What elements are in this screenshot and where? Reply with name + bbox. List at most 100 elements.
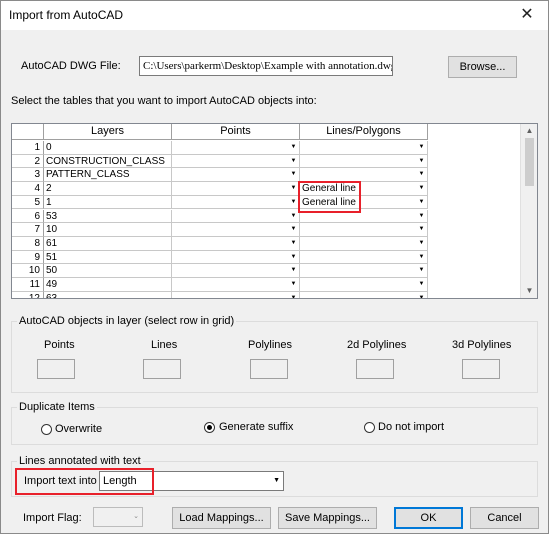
layer-cell[interactable]: 50 bbox=[44, 264, 172, 278]
dropdown-arrow-icon[interactable]: ▼ bbox=[288, 292, 299, 298]
row-number-cell[interactable]: 12 bbox=[12, 291, 44, 299]
scroll-down-icon[interactable]: ▼ bbox=[521, 284, 537, 298]
column-header-lines-polygons[interactable]: Lines/Polygons bbox=[300, 124, 428, 140]
layer-cell[interactable]: 49 bbox=[44, 278, 172, 292]
row-number-cell[interactable]: 6 bbox=[12, 209, 44, 224]
load-mappings-button[interactable]: Load Mappings... bbox=[172, 507, 271, 529]
row-number-cell[interactable]: 9 bbox=[12, 250, 44, 265]
layer-cell[interactable]: PATTERN_CLASS bbox=[44, 168, 172, 183]
row-number-cell[interactable]: 11 bbox=[12, 278, 44, 292]
dropdown-arrow-icon[interactable]: ▼ bbox=[288, 168, 299, 180]
instructions-text: Select the tables that you want to impor… bbox=[11, 95, 317, 107]
dropdown-arrow-icon[interactable]: ▼ bbox=[288, 141, 299, 153]
row-number-cell[interactable]: 1 bbox=[12, 141, 44, 155]
lines-polygons-cell[interactable]: ▼ bbox=[300, 264, 428, 278]
row-number-cell-text: 1 bbox=[34, 142, 40, 153]
lines-polygons-cell[interactable]: ▼ bbox=[300, 141, 428, 155]
points-cell[interactable]: ▼ bbox=[172, 236, 300, 251]
ok-button[interactable]: OK bbox=[394, 507, 463, 529]
do-not-import-radio[interactable] bbox=[364, 422, 375, 433]
row-number-cell[interactable]: 7 bbox=[12, 223, 44, 237]
layer-cell-text: 50 bbox=[46, 265, 58, 277]
dropdown-arrow-icon[interactable]: ▼ bbox=[288, 264, 299, 276]
lines-polygons-cell[interactable]: ▼ bbox=[300, 154, 428, 169]
grid-corner-cell bbox=[12, 124, 44, 140]
dwg-file-path-field[interactable]: C:\Users\parkerm\Desktop\Example with an… bbox=[139, 56, 393, 76]
layer-cell-text: CONSTRUCTION_CLASS bbox=[46, 155, 165, 167]
scroll-up-icon[interactable]: ▲ bbox=[521, 124, 537, 138]
lines-polygons-cell[interactable]: ▼ bbox=[300, 236, 428, 251]
layer-cell[interactable]: 61 bbox=[44, 236, 172, 251]
layer-cell-text: 2 bbox=[46, 183, 52, 195]
dropdown-arrow-icon[interactable]: ▼ bbox=[416, 168, 427, 180]
lines-polygons-cell[interactable]: ▼ bbox=[300, 291, 428, 298]
generate-suffix-radio[interactable] bbox=[204, 422, 215, 433]
dropdown-arrow-icon[interactable]: ▼ bbox=[288, 278, 299, 290]
dropdown-arrow-icon[interactable]: ▼ bbox=[416, 237, 427, 249]
dropdown-arrow-icon[interactable]: ▼ bbox=[416, 141, 427, 153]
layer-cell[interactable]: 0 bbox=[44, 141, 172, 155]
browse-button[interactable]: Browse... bbox=[448, 56, 517, 78]
points-cell[interactable]: ▼ bbox=[172, 182, 300, 196]
dropdown-arrow-icon[interactable]: ▼ bbox=[288, 237, 299, 249]
row-number-cell[interactable]: 8 bbox=[12, 236, 44, 251]
points-cell[interactable]: ▼ bbox=[172, 278, 300, 292]
points-cell[interactable]: ▼ bbox=[172, 264, 300, 278]
scroll-thumb[interactable] bbox=[525, 138, 534, 186]
row-number-cell[interactable]: 2 bbox=[12, 154, 44, 169]
dropdown-arrow-icon[interactable]: ▼ bbox=[416, 182, 427, 194]
layer-cell[interactable]: 51 bbox=[44, 250, 172, 265]
layer-cell[interactable]: 10 bbox=[44, 223, 172, 237]
lines-polygons-cell[interactable]: ▼ bbox=[300, 250, 428, 265]
row-number-cell[interactable]: 5 bbox=[12, 195, 44, 210]
layer-cell-text: 51 bbox=[46, 251, 58, 263]
dropdown-arrow-icon[interactable]: ▼ bbox=[416, 292, 427, 298]
points-cell[interactable]: ▼ bbox=[172, 141, 300, 155]
points-cell[interactable]: ▼ bbox=[172, 195, 300, 210]
column-header-layers[interactable]: Layers bbox=[44, 124, 172, 140]
layer-mapping-grid[interactable]: Layers Points Lines/Polygons 1 0 ▼ ▼ 2 CONSTR… bbox=[11, 123, 538, 299]
dropdown-arrow-icon[interactable]: ▼ bbox=[416, 264, 427, 276]
dropdown-arrow-icon[interactable]: ▼ bbox=[416, 210, 427, 222]
layer-cell[interactable]: CONSTRUCTION_CLASS bbox=[44, 154, 172, 169]
close-icon[interactable]: ✕ bbox=[514, 4, 540, 26]
points-cell[interactable]: ▼ bbox=[172, 291, 300, 298]
dropdown-arrow-icon[interactable]: ▼ bbox=[416, 251, 427, 263]
generate-suffix-label[interactable]: Generate suffix bbox=[219, 421, 293, 433]
layer-cell-text: PATTERN_CLASS bbox=[46, 169, 130, 181]
points-cell[interactable]: ▼ bbox=[172, 168, 300, 183]
layer-cell[interactable]: 1 bbox=[44, 195, 172, 210]
points-cell[interactable]: ▼ bbox=[172, 223, 300, 237]
dropdown-arrow-icon[interactable]: ▼ bbox=[288, 223, 299, 235]
overwrite-label[interactable]: Overwrite bbox=[55, 423, 102, 435]
layer-cell[interactable]: 2 bbox=[44, 182, 172, 196]
lines-polygons-cell[interactable]: ▼ bbox=[300, 223, 428, 237]
dropdown-arrow-icon[interactable]: ▼ bbox=[416, 223, 427, 235]
do-not-import-label[interactable]: Do not import bbox=[378, 421, 444, 433]
cancel-button[interactable]: Cancel bbox=[470, 507, 539, 529]
dropdown-arrow-icon[interactable]: ▼ bbox=[416, 278, 427, 290]
dropdown-arrow-icon[interactable]: ▼ bbox=[416, 155, 427, 167]
column-header-points[interactable]: Points bbox=[172, 124, 300, 140]
layer-cell-text: 61 bbox=[46, 237, 58, 249]
grid-vertical-scrollbar[interactable]: ▲ ▼ bbox=[520, 124, 537, 298]
layer-cell[interactable]: 53 bbox=[44, 209, 172, 224]
points-cell[interactable]: ▼ bbox=[172, 209, 300, 224]
lines-polygons-cell[interactable]: ▼ bbox=[300, 278, 428, 292]
row-number-cell[interactable]: 3 bbox=[12, 168, 44, 183]
row-number-cell-text: 2 bbox=[34, 155, 40, 167]
points-cell[interactable]: ▼ bbox=[172, 250, 300, 265]
layer-cell[interactable]: 63 bbox=[44, 291, 172, 298]
row-number-cell-text: 12 bbox=[28, 292, 40, 299]
dropdown-arrow-icon[interactable]: ▼ bbox=[416, 196, 427, 208]
points-cell[interactable]: ▼ bbox=[172, 154, 300, 169]
save-mappings-button[interactable]: Save Mappings... bbox=[278, 507, 377, 529]
duplicate-items-title: Duplicate Items bbox=[17, 401, 97, 413]
row-number-cell[interactable]: 10 bbox=[12, 264, 44, 278]
row-number-cell[interactable]: 4 bbox=[12, 182, 44, 196]
dropdown-arrow-icon[interactable]: ▼ bbox=[288, 251, 299, 263]
import-flag-select[interactable]: ⌄ bbox=[93, 507, 143, 527]
points-count-label: Points bbox=[44, 339, 75, 351]
overwrite-radio[interactable] bbox=[41, 424, 52, 435]
dropdown-arrow-icon[interactable]: ▼ bbox=[288, 155, 299, 167]
